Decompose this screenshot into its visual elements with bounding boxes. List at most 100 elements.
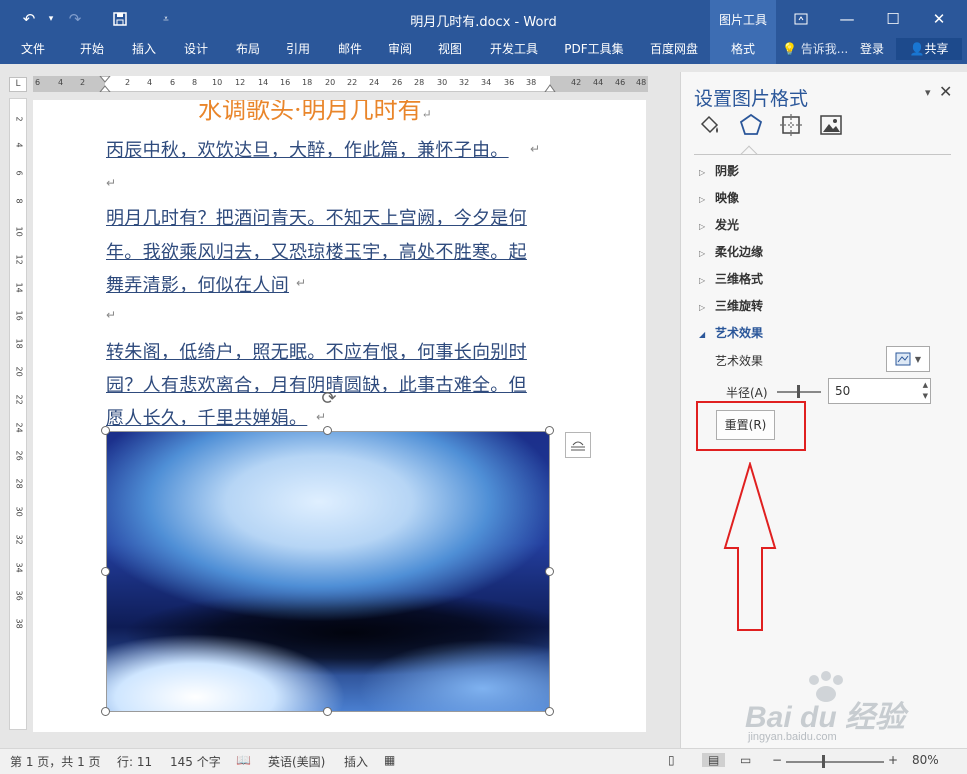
- pane-close-icon[interactable]: ✕: [939, 82, 952, 101]
- spin-arrows-icon[interactable]: ▲ ▼: [923, 380, 928, 402]
- tab-home[interactable]: 开始: [72, 38, 112, 64]
- tab-developer[interactable]: 开发工具: [482, 38, 546, 64]
- ruler-tick: 30: [437, 78, 448, 87]
- zoom-slider-thumb[interactable]: [822, 755, 825, 768]
- text-line[interactable]: 丙辰中秋，欢饮达旦，大醉，作此篇，兼怀子由。: [106, 136, 509, 162]
- status-words[interactable]: 145 个字: [170, 753, 221, 770]
- login-link[interactable]: 登录: [860, 38, 884, 60]
- layout-options-button[interactable]: [565, 432, 591, 458]
- tab-design[interactable]: 设计: [176, 38, 216, 64]
- text-line[interactable]: 舞弄清影，何似在人间: [106, 271, 289, 297]
- ruler-tick: 26: [392, 78, 403, 87]
- macro-icon[interactable]: ▦: [384, 753, 395, 767]
- tab-selector[interactable]: L: [9, 77, 27, 92]
- status-line[interactable]: 行: 11: [117, 753, 152, 770]
- fill-line-icon[interactable]: [697, 112, 723, 138]
- tab-pdf-tools[interactable]: PDF工具集: [558, 38, 630, 64]
- resize-handle[interactable]: [101, 707, 110, 716]
- vertical-ruler[interactable]: 2 4 6 8 10 12 14 16 18 20 22 24 26 28 30…: [9, 98, 27, 730]
- zoom-level[interactable]: 80%: [912, 753, 939, 767]
- ruler-tick: 4: [58, 78, 64, 87]
- tab-view[interactable]: 视图: [430, 38, 470, 64]
- radius-input[interactable]: 50 ▲ ▼: [828, 378, 931, 404]
- text-line[interactable]: 明月几时有？把酒问青天。不知天上宫阙，今夕是何: [106, 204, 527, 230]
- radius-label: 半径(A): [726, 386, 768, 400]
- picture-icon[interactable]: [818, 112, 844, 138]
- section-artistic-effects[interactable]: ◢ 艺术效果: [699, 324, 763, 341]
- section-label: 发光: [715, 218, 740, 232]
- close-icon[interactable]: ✕: [916, 0, 962, 38]
- section-glow[interactable]: ▷ 发光: [699, 216, 739, 233]
- tab-references[interactable]: 引用: [278, 38, 318, 64]
- web-layout-icon[interactable]: ▭: [740, 753, 751, 767]
- ruler-tick: 38: [14, 618, 24, 629]
- annotation-arrow-icon: [723, 462, 777, 631]
- read-mode-icon[interactable]: ▯: [668, 753, 675, 767]
- radius-slider-thumb[interactable]: [797, 385, 800, 398]
- status-bar: 第 1 页，共 1 页 行: 11 145 个字 📖 英语(美国) 插入 ▦ ▯…: [0, 748, 967, 774]
- share-label: 共享: [924, 42, 949, 56]
- tab-baidu-netdisk[interactable]: 百度网盘: [642, 38, 706, 64]
- ruler-tick: 32: [459, 78, 470, 87]
- zoom-in-icon[interactable]: +: [888, 753, 898, 767]
- right-indent-marker-icon[interactable]: [544, 82, 556, 92]
- status-language[interactable]: 英语(美国): [268, 753, 325, 770]
- section-soft-edges[interactable]: ▷ 柔化边缘: [699, 243, 763, 260]
- watermark-text: Bai du 经验: [745, 701, 906, 734]
- chevron-down-icon: ◢: [699, 330, 706, 339]
- ruler-tick: 6: [170, 78, 176, 87]
- artistic-effect-dropdown[interactable]: ▼: [886, 346, 930, 372]
- zoom-out-icon[interactable]: −: [772, 753, 782, 767]
- horizontal-ruler[interactable]: 6 4 2 2 4 6 8 10 12 14 16 18 20 22 24 26…: [33, 76, 648, 92]
- resize-handle[interactable]: [545, 707, 554, 716]
- section-3d-format[interactable]: ▷ 三维格式: [699, 270, 763, 287]
- selected-picture[interactable]: [106, 431, 550, 712]
- proofing-icon[interactable]: 📖: [236, 753, 251, 767]
- status-page[interactable]: 第 1 页，共 1 页: [10, 753, 101, 770]
- chevron-down-icon: ▼: [914, 354, 922, 364]
- paragraph-mark: ↵: [530, 142, 541, 156]
- tab-layout[interactable]: 布局: [228, 38, 268, 64]
- ruler-tick: 14: [258, 78, 269, 87]
- vertical-scrollbar[interactable]: [660, 98, 677, 748]
- tab-format[interactable]: 格式: [710, 38, 776, 64]
- section-reflection[interactable]: ▷ 映像: [699, 189, 739, 206]
- ribbon-display-options-icon[interactable]: [778, 0, 824, 38]
- resize-handle[interactable]: [101, 567, 110, 576]
- resize-handle[interactable]: [545, 567, 554, 576]
- text-line[interactable]: 转朱阁，低绮户，照无眠。不应有恨，何事长向别时: [106, 338, 527, 364]
- text-line[interactable]: 园？人有悲欢离合，月有阴晴圆缺，此事古难全。但: [106, 371, 527, 397]
- share-button[interactable]: 👤共享: [896, 38, 962, 60]
- ruler-tick: 20: [14, 366, 24, 377]
- resize-handle[interactable]: [323, 426, 332, 435]
- ruler-tick: 16: [14, 310, 24, 321]
- pane-options-icon[interactable]: ▾: [925, 86, 931, 99]
- artistic-effect-preview-icon: [895, 352, 911, 366]
- text-line[interactable]: 年。我欲乘风归去，又恐琼楼玉宇，高处不胜寒。起: [106, 238, 527, 264]
- text-line[interactable]: 愿人长久，千里共婵娟。: [106, 404, 307, 430]
- ruler-tick: 4: [147, 78, 153, 87]
- document-heading[interactable]: 水调歌头·明月几时有↵: [198, 100, 432, 125]
- ruler-tick: 36: [14, 590, 24, 601]
- resize-handle[interactable]: [545, 426, 554, 435]
- rotate-handle-icon[interactable]: ⟳: [318, 388, 340, 410]
- layout-properties-icon[interactable]: [778, 112, 804, 138]
- print-layout-icon[interactable]: ▤: [702, 753, 726, 767]
- indent-marker-icon[interactable]: [99, 76, 111, 92]
- ruler-tick: 4: [14, 142, 24, 148]
- tell-me-search[interactable]: 💡 告诉我...: [782, 38, 848, 64]
- resize-handle[interactable]: [323, 707, 332, 716]
- tab-mailings[interactable]: 邮件: [330, 38, 370, 64]
- paragraph-mark: ↵: [106, 308, 117, 322]
- section-shadow[interactable]: ▷ 阴影: [699, 162, 739, 179]
- resize-handle[interactable]: [101, 426, 110, 435]
- status-mode[interactable]: 插入: [344, 753, 368, 770]
- section-3d-rotation[interactable]: ▷ 三维旋转: [699, 297, 763, 314]
- minimize-icon[interactable]: —: [824, 0, 870, 38]
- maximize-icon[interactable]: ☐: [870, 0, 916, 38]
- zoom-slider[interactable]: [786, 761, 884, 763]
- effects-icon[interactable]: [738, 112, 764, 138]
- tab-file[interactable]: 文件: [12, 38, 54, 64]
- tab-insert[interactable]: 插入: [124, 38, 164, 64]
- tab-review[interactable]: 审阅: [380, 38, 420, 64]
